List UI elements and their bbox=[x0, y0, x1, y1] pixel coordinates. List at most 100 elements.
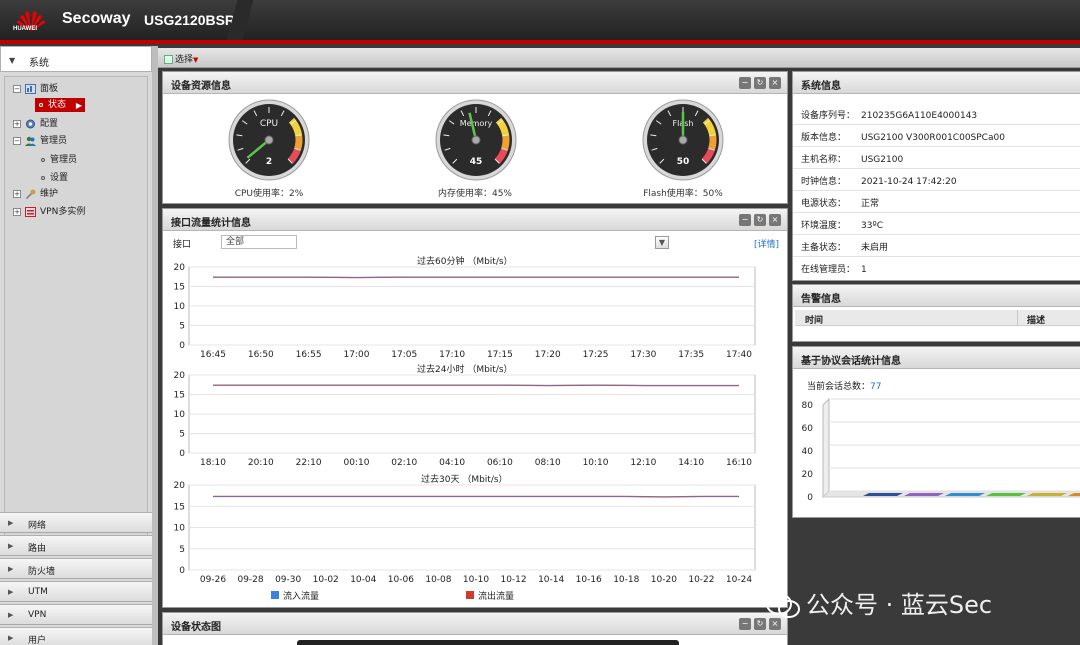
tree-item-config[interactable]: + 配置 bbox=[13, 116, 58, 129]
x-tick-label: 10-12 bbox=[500, 575, 526, 585]
panel-header: 告警信息 bbox=[793, 285, 1080, 307]
info-serial: 设备序列号： 210235G6A110E4000143 bbox=[801, 111, 978, 121]
axis-wall bbox=[822, 397, 830, 499]
brand-name: Secoway bbox=[62, 10, 131, 27]
expand-icon[interactable]: + bbox=[13, 119, 21, 128]
tree-label: 维护 bbox=[40, 189, 59, 199]
sidebar-splitter[interactable] bbox=[152, 46, 158, 645]
panel-title: 设备资源信息 bbox=[171, 81, 231, 92]
session-bar bbox=[986, 493, 1026, 496]
x-tick-label: 08:10 bbox=[535, 458, 561, 468]
line-chart-1: 20 15 10 5 0 18:10 20:10 22:10 00:10 02:10 04:10 06… bbox=[174, 371, 756, 468]
y-tick-label: 60 bbox=[802, 424, 814, 434]
sidebar-menu-vpn[interactable]: ▶ VPN bbox=[0, 604, 152, 625]
column-time[interactable]: 时间 bbox=[805, 313, 823, 326]
session-bar bbox=[1027, 493, 1067, 496]
panel-header: 基于协议会话统计信息 bbox=[793, 347, 1080, 369]
x-tick-label: 17:05 bbox=[391, 350, 417, 360]
row-divider bbox=[793, 146, 1080, 147]
refresh-icon[interactable]: ↻ bbox=[754, 77, 766, 89]
chevron-down-icon: ▼ bbox=[9, 56, 16, 65]
session-bar bbox=[863, 493, 903, 496]
sidebar-section-label: 系统 bbox=[29, 58, 49, 69]
panel-header: 设备状态图 − ↻ × bbox=[163, 613, 787, 635]
triangle-down-icon: ▼ bbox=[193, 56, 199, 64]
x-tick-label: 16:45 bbox=[200, 350, 226, 360]
x-tick-label: 16:10 bbox=[726, 458, 752, 468]
x-tick-label: 10-10 bbox=[463, 575, 489, 585]
sidebar-menu-routing[interactable]: ▶ 路由 bbox=[0, 535, 152, 556]
resource-panel: 设备资源信息 −↻× CPU 2 Memory 45 Flash50 CPU使用率：2%… bbox=[162, 71, 788, 204]
huawei-logo bbox=[17, 11, 45, 31]
y-tick-label: 40 bbox=[802, 447, 814, 457]
column-description[interactable]: 描述 bbox=[1027, 313, 1045, 326]
refresh-icon[interactable]: ↻ bbox=[754, 618, 766, 630]
expand-icon[interactable]: + bbox=[13, 207, 21, 216]
y-tick-label: 80 bbox=[802, 401, 814, 411]
gauge-name: Memory bbox=[460, 119, 493, 128]
x-tick-label: 16:55 bbox=[296, 350, 322, 360]
row-divider bbox=[793, 256, 1080, 257]
panel-header: 设备资源信息 − ↻ × bbox=[163, 72, 787, 94]
menu-label: 路由 bbox=[28, 544, 47, 554]
select-dropdown-button[interactable]: 选择▼ bbox=[164, 52, 198, 65]
x-tick-label: 17:00 bbox=[343, 350, 369, 360]
memory-usage-label: 内存使用率：45% bbox=[437, 189, 512, 199]
y-tick-label: 15 bbox=[174, 391, 185, 401]
gauge-hub bbox=[678, 135, 688, 145]
gauge-band bbox=[501, 134, 510, 151]
tree-label: 管理员 bbox=[40, 136, 68, 146]
minimize-icon[interactable]: − bbox=[739, 77, 751, 89]
tree-item-vpn-instance[interactable]: + VPN多实例 bbox=[13, 204, 85, 217]
chevron-right-icon: ▶ bbox=[8, 542, 14, 550]
sidebar-menu-user[interactable]: ▶ 用户 bbox=[0, 627, 152, 645]
expand-icon[interactable]: + bbox=[13, 189, 21, 198]
close-icon[interactable]: × bbox=[769, 77, 781, 89]
device-image-top bbox=[297, 640, 679, 645]
chevron-right-icon: ▶ bbox=[8, 565, 14, 573]
x-tick-label: 09-28 bbox=[237, 575, 263, 585]
collapse-icon[interactable]: − bbox=[13, 84, 21, 93]
row-divider bbox=[793, 212, 1080, 213]
info-clock: 时钟信息： 2021-10-24 17:42:20 bbox=[801, 177, 957, 187]
sidebar-section-system[interactable]: ▼ 系统 bbox=[0, 46, 152, 72]
menu-label: 用户 bbox=[28, 636, 47, 645]
sidebar-menu-firewall[interactable]: ▶ 防火墙 bbox=[0, 558, 152, 579]
session-bar-chart: 80 60 40 20 0 bbox=[802, 397, 1080, 503]
info-hostname: 主机名称： USG2100 bbox=[801, 155, 904, 165]
tree-item-status[interactable]: 状态 ▶ bbox=[35, 98, 85, 112]
x-tick-label: 06:10 bbox=[487, 458, 513, 468]
menu-label: 网络 bbox=[28, 521, 47, 531]
legend-out-label: 流出流量 bbox=[478, 592, 515, 602]
tree-item-maintenance[interactable]: + 维护 bbox=[13, 186, 58, 199]
tree-item-admin[interactable]: − 管理员 bbox=[13, 133, 67, 146]
tree-item-admin-sub[interactable]: 管理员 bbox=[41, 152, 77, 165]
x-tick-label: 09-30 bbox=[275, 575, 301, 585]
x-tick-label: 20:10 bbox=[248, 458, 274, 468]
row-divider bbox=[793, 190, 1080, 191]
x-tick-label: 17:35 bbox=[678, 350, 704, 360]
sidebar-menu-utm[interactable]: ▶ UTM bbox=[0, 581, 152, 602]
gauge-band bbox=[294, 134, 303, 151]
sidebar-menu-network[interactable]: ▶ 网络 bbox=[0, 512, 152, 533]
tree-item-settings[interactable]: 设置 bbox=[41, 170, 68, 183]
tree-item-panel[interactable]: − 面板 bbox=[13, 81, 58, 94]
x-tick-label: 16:50 bbox=[248, 350, 274, 360]
x-tick-label: 17:10 bbox=[439, 350, 465, 360]
x-tick-label: 10-04 bbox=[350, 575, 376, 585]
collapse-icon[interactable]: − bbox=[13, 136, 21, 145]
minimize-icon[interactable]: − bbox=[739, 618, 751, 630]
tree-label: 状态 bbox=[48, 100, 67, 110]
panel-header: 系统信息 bbox=[793, 72, 1080, 94]
wechat-icon bbox=[766, 593, 800, 618]
left-sidebar: ▼ 系统 − 面板 状态 ▶ + 配置 − 管理员 管理员 设置 + 维护 + VPN多实例… bbox=[0, 46, 152, 645]
y-tick-label: 10 bbox=[174, 302, 186, 312]
y-tick-label: 5 bbox=[179, 430, 185, 440]
bullet-icon bbox=[41, 175, 45, 180]
y-tick-label: 0 bbox=[179, 449, 185, 459]
vpn-instance-icon bbox=[25, 206, 36, 217]
session-count-value: 77 bbox=[870, 382, 882, 392]
x-tick-label: 18:10 bbox=[200, 458, 226, 468]
chevron-right-icon: ▶ bbox=[8, 634, 14, 642]
session-count: 当前会话总数：77 bbox=[807, 382, 882, 392]
